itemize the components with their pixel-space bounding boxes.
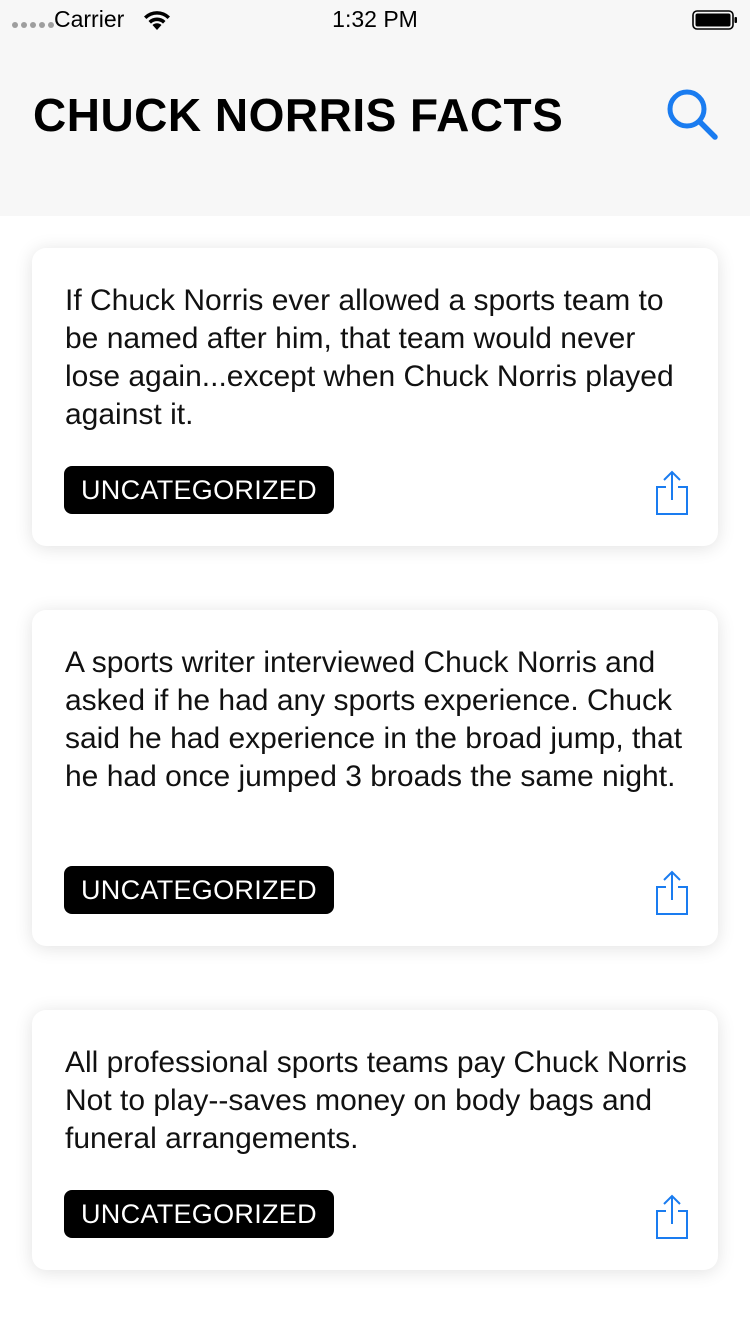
- share-icon[interactable]: [654, 870, 690, 916]
- category-badge: UNCATEGORIZED: [64, 466, 334, 514]
- fact-text: All professional sports teams pay Chuck …: [65, 1046, 687, 1155]
- page-title: CHUCK NORRIS FACTS: [33, 89, 564, 141]
- fact-card: All professional sports teams pay Chuck …: [32, 1010, 718, 1270]
- fact-card: If Chuck Norris ever allowed a sports te…: [32, 248, 718, 546]
- fact-text: A sports writer interviewed Chuck Norris…: [65, 646, 683, 793]
- status-time: 1:32 PM: [332, 6, 418, 32]
- status-bar: Carrier 1:32 PM: [0, 0, 750, 40]
- share-icon[interactable]: [654, 470, 690, 516]
- search-icon[interactable]: [664, 86, 720, 142]
- category-badge: UNCATEGORIZED: [64, 866, 334, 914]
- navigation-header: CHUCK NORRIS FACTS: [0, 40, 750, 216]
- battery-icon: [692, 10, 737, 30]
- facts-list[interactable]: If Chuck Norris ever allowed a sports te…: [0, 216, 750, 1334]
- category-badge: UNCATEGORIZED: [64, 1190, 334, 1238]
- fact-card: A sports writer interviewed Chuck Norris…: [32, 610, 718, 946]
- share-icon[interactable]: [654, 1194, 690, 1240]
- fact-text: If Chuck Norris ever allowed a sports te…: [65, 284, 674, 431]
